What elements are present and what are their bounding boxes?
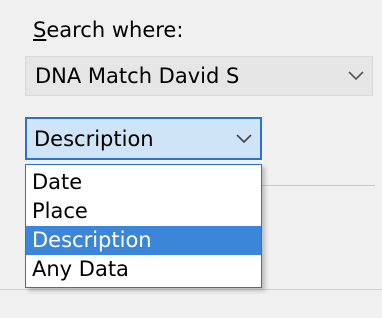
search-where-label-mnemonic: S xyxy=(33,18,47,42)
field-type-dropdown-list[interactable]: Date Place Description Any Data xyxy=(25,164,262,288)
search-where-combobox[interactable]: DNA Match David S xyxy=(25,56,373,96)
dropdown-option-any-data[interactable]: Any Data xyxy=(26,255,261,284)
dropdown-option-place[interactable]: Place xyxy=(26,197,261,226)
bottom-divider xyxy=(0,289,382,290)
field-type-combobox[interactable]: Description xyxy=(25,117,262,160)
dropdown-option-date[interactable]: Date xyxy=(26,168,261,197)
search-where-label: Search where: xyxy=(33,16,183,44)
search-where-value: DNA Match David S xyxy=(35,64,240,88)
group-divider xyxy=(259,185,375,186)
dropdown-option-description[interactable]: Description xyxy=(26,226,261,255)
chevron-down-icon[interactable] xyxy=(340,71,372,81)
field-type-value: Description xyxy=(34,126,154,151)
chevron-down-icon[interactable] xyxy=(228,133,260,144)
search-where-label-text: earch where: xyxy=(46,18,184,42)
